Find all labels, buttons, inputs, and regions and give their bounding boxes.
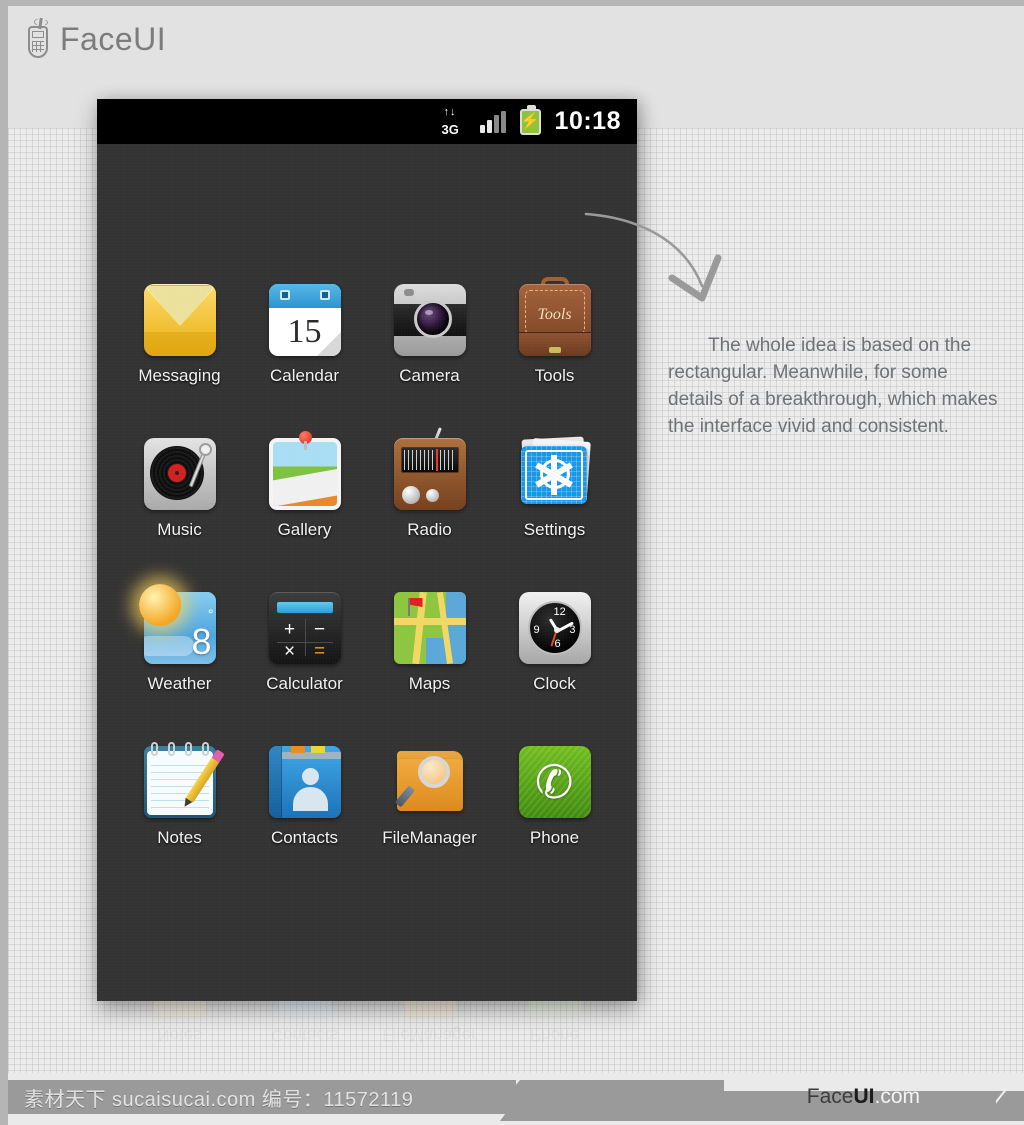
calc-key-equals: = [313, 641, 326, 662]
phone-logo-icon [24, 17, 52, 60]
watermark-brand-domain: .com [874, 1085, 920, 1108]
network-arrows: ↑↓ [443, 105, 457, 118]
app-label: FileManager [382, 828, 477, 847]
app-label: Calculator [266, 674, 343, 693]
battery-charging-icon: ⚡ [519, 104, 541, 135]
app-label: Notes [157, 828, 202, 847]
app-messaging[interactable]: Messaging [117, 284, 242, 386]
reflection-label: FileManager [382, 1026, 477, 1045]
app-clock[interactable]: 12 3 6 9 Clock [492, 592, 617, 694]
messaging-icon [143, 284, 216, 356]
calendar-icon: 15 [268, 284, 341, 356]
reflection-label: Notes [157, 1026, 202, 1045]
app-radio[interactable]: Radio [367, 427, 492, 540]
app-label: Phone [529, 828, 580, 847]
app-label: Settings [523, 520, 586, 539]
app-label: Calendar [270, 366, 339, 385]
weather-temperature: 8 [191, 621, 212, 662]
app-settings[interactable]: Settings [492, 436, 617, 540]
app-filemanager[interactable]: FileManager [367, 746, 492, 848]
app-row: Messaging 15 Calendar Camera Tools Tools [117, 277, 617, 386]
app-label: Maps [408, 674, 451, 693]
phone-icon: ✆ [518, 746, 591, 818]
app-label: Contacts [270, 828, 339, 847]
app-phone[interactable]: ✆ Phone [492, 746, 617, 848]
clock-numeral-9: 9 [533, 624, 540, 636]
annotation-text: The whole idea is based on the rectangul… [668, 335, 998, 437]
handset-glyph: ✆ [533, 754, 576, 810]
app-weather[interactable]: 8 ° Weather [117, 584, 242, 694]
app-calculator[interactable]: + − × = Calculator [242, 592, 367, 694]
app-gallery[interactable]: Gallery [242, 431, 367, 540]
calc-key-times: × [283, 641, 296, 662]
app-calendar[interactable]: 15 Calendar [242, 284, 367, 386]
signal-bars-icon [479, 110, 506, 133]
reflection-label: Phone [529, 1026, 580, 1045]
page-canvas: FaceUI ↑↓ 3G ⚡ 10:18 Messaging 15 Calend… [0, 0, 1024, 1125]
app-grid: Messaging 15 Calendar Camera Tools Tools… [97, 144, 637, 1001]
watermark-brand-ui: UI [853, 1085, 875, 1108]
app-notes[interactable]: Notes [117, 742, 242, 848]
phone-screen: ↑↓ 3G ⚡ 10:18 Messaging 15 Calendar Came… [97, 99, 637, 1001]
app-label: Camera [399, 366, 460, 385]
file-manager-icon [394, 746, 466, 818]
clock-numeral-3: 3 [569, 624, 576, 636]
camera-icon [393, 284, 466, 356]
app-row: Notes Contacts FileManager ✆ Phone [117, 742, 617, 848]
app-label: Messaging [138, 366, 221, 385]
network-3g-icon: ↑↓ 3G [441, 105, 466, 137]
calculator-icon: + − × = [268, 592, 341, 664]
app-row: Music Gallery Radio Settings [117, 427, 617, 540]
app-label: Clock [533, 674, 576, 693]
weather-icon: 8 ° [138, 584, 216, 664]
app-label: Music [157, 520, 202, 539]
app-row: 8 ° Weather + − × = Calculator Maps 12 3… [117, 584, 617, 694]
app-music[interactable]: Music [117, 438, 242, 540]
app-camera[interactable]: Camera [367, 284, 492, 386]
app-label: Tools [534, 366, 575, 385]
network-label: 3G [441, 121, 459, 137]
calc-key-minus: − [313, 619, 326, 640]
watermark-brand-face: Face [806, 1085, 854, 1108]
music-icon [143, 438, 216, 510]
tools-badge-text: Tools [537, 306, 572, 323]
clock-icon: 12 3 6 9 [518, 592, 591, 664]
watermark-right-brand: FaceUI.com [807, 1085, 920, 1109]
app-label: Radio [407, 520, 452, 539]
notes-icon [143, 742, 219, 818]
app-contacts[interactable]: Contacts [242, 746, 367, 848]
radio-icon [393, 427, 466, 510]
phone-reflection: Notes Contacts FileManager Phone [97, 1001, 637, 1079]
maps-icon [393, 592, 466, 664]
battery-bolt-glyph: ⚡ [520, 112, 541, 130]
status-bar-clock: 10:18 [554, 107, 621, 135]
gallery-icon [268, 431, 341, 510]
brand-name: FaceUI [60, 20, 167, 57]
contacts-icon [268, 746, 341, 818]
app-maps[interactable]: Maps [367, 592, 492, 694]
app-label: Gallery [277, 520, 332, 539]
clock-numeral-6: 6 [554, 638, 561, 650]
brand-logo: FaceUI [24, 17, 167, 60]
curved-arrow-icon [584, 200, 754, 320]
watermark-left-text: 素材天下 sucaisucai.com 编号：11572119 [24, 1088, 414, 1111]
tools-icon: Tools [518, 277, 591, 356]
app-label: Weather [147, 674, 212, 693]
weather-degree-symbol: ° [207, 606, 214, 622]
clock-numeral-12: 12 [553, 606, 566, 618]
settings-icon [519, 436, 591, 510]
calc-key-plus: + [283, 619, 296, 640]
reflection-label: Contacts [270, 1026, 339, 1045]
status-bar: ↑↓ 3G ⚡ 10:18 [97, 99, 637, 144]
